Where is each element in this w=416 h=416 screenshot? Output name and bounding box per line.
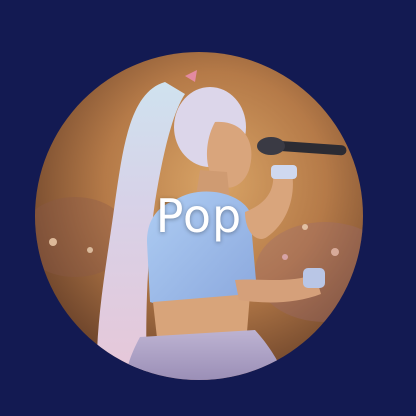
performer-photo: [35, 52, 363, 380]
genre-tile-background: Pop: [0, 0, 416, 416]
genre-card-pop[interactable]: Pop: [35, 52, 363, 380]
